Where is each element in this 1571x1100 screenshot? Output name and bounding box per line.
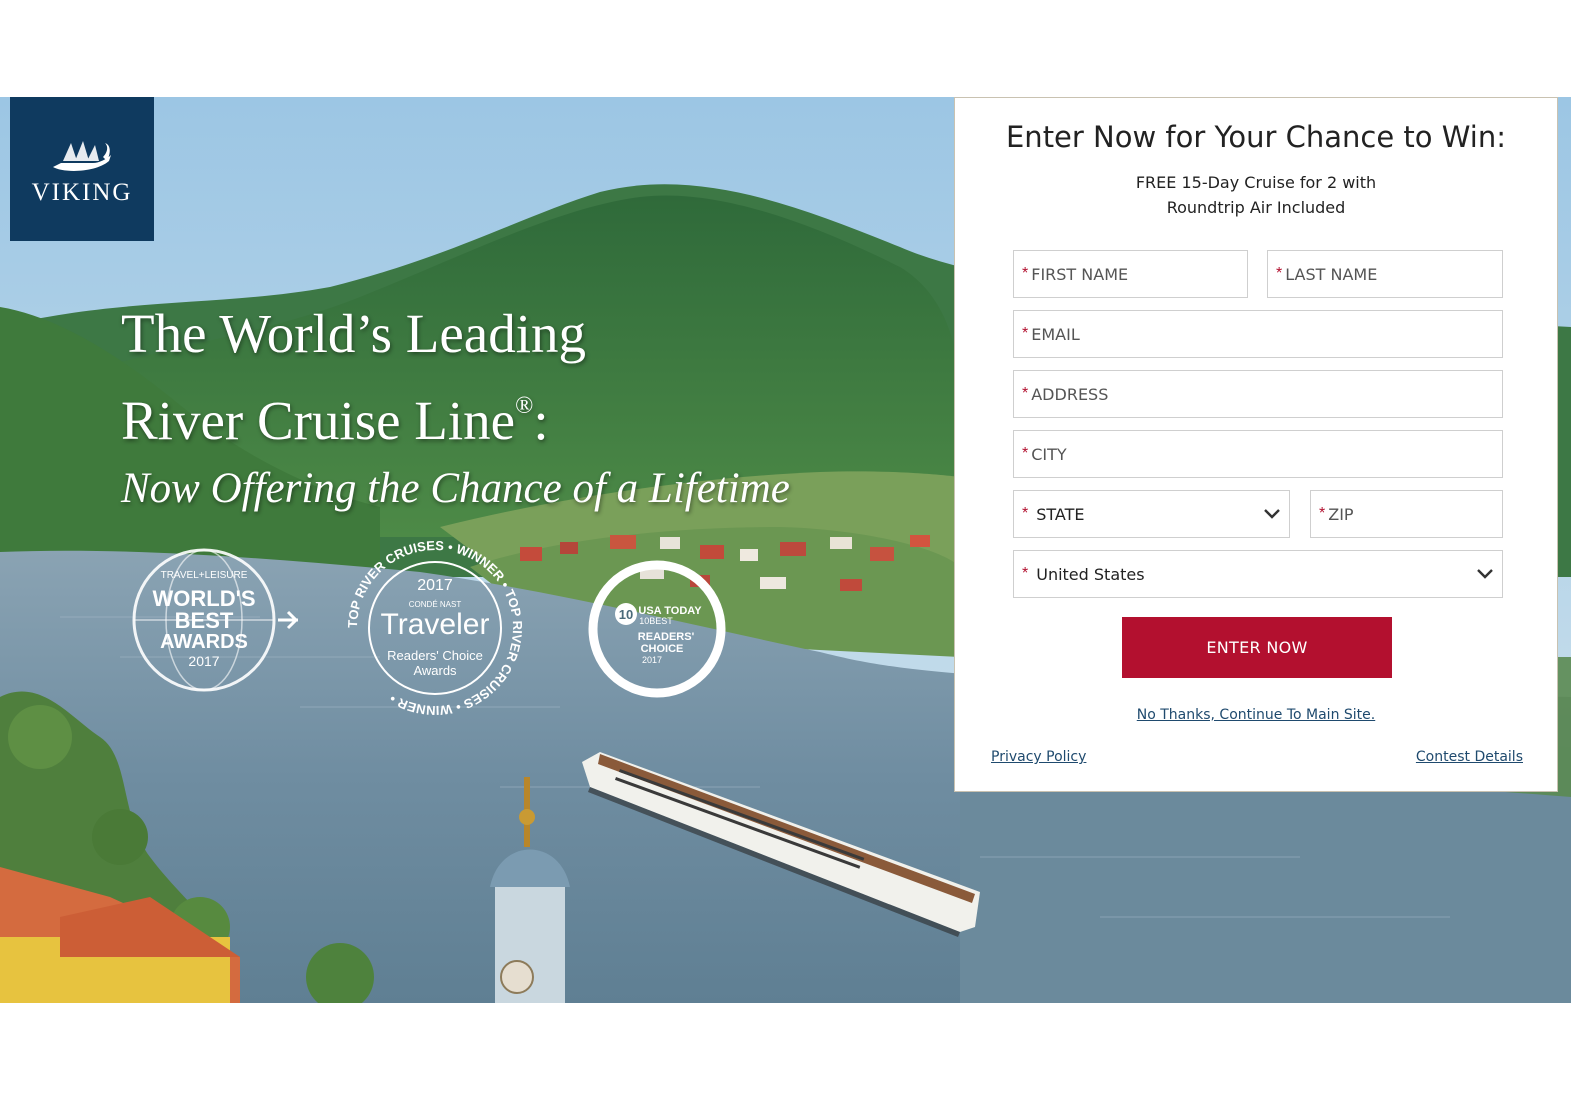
hero-headline: The World’s Leading River Cruise Line®: … [121,298,790,519]
city-field[interactable]: * [1013,430,1503,478]
state-select[interactable]: * STATE [1013,490,1290,538]
country-select-value: United States [1036,564,1145,584]
usa-today-sub: 10BEST [639,616,673,626]
traveler-line2: Awards [413,663,457,678]
traveler-year: 2017 [417,577,453,594]
chevron-down-icon [1477,569,1493,579]
tl-top-text: TRAVEL+LEISURE [161,570,248,581]
city-input[interactable] [1031,432,1502,476]
address-input[interactable] [1031,372,1502,416]
required-asterisk: * [1022,265,1029,282]
longship-icon [53,141,111,171]
email-input[interactable] [1031,312,1502,356]
no-thanks-link[interactable]: No Thanks, Continue To Main Site. [955,707,1557,723]
required-asterisk: * [1319,505,1326,522]
headline-colon: : [533,390,549,451]
traveler-award-seal-icon: TOP RIVER CRUISES • WINNER • TOP RIVER C… [345,538,525,718]
usa-today-10best-award-badge: 10 USA TODAY 10BEST READERS' CHOICE 2017 [584,556,734,706]
travel-leisure-award-badge: TRAVEL+LEISURE WORLD'S BEST AWARDS 2017 [128,546,300,696]
usa-today-number: 10 [619,607,633,622]
required-asterisk: * [1022,565,1029,582]
contest-details-link[interactable]: Contest Details [1416,749,1523,765]
form-title: Enter Now for Your Chance to Win: [1005,120,1506,154]
country-select[interactable]: * United States [1013,550,1503,598]
tl-line2: BEST [175,608,234,633]
registered-mark: ® [515,393,534,419]
required-asterisk: * [1022,445,1029,462]
required-asterisk: * [1022,505,1029,522]
state-select-value: STATE [1036,504,1085,524]
viking-logo[interactable]: VIKING [10,97,154,241]
tl-year: 2017 [188,653,219,669]
first-name-input[interactable] [1031,252,1247,296]
globe-award-icon: TRAVEL+LEISURE WORLD'S BEST AWARDS 2017 [132,548,299,692]
usa-today-line2: CHOICE [641,643,684,655]
usa-today-year: 2017 [642,655,662,665]
last-name-input[interactable] [1285,252,1502,296]
required-asterisk: * [1022,385,1029,402]
prize-line-2: Roundtrip Air Included [1166,198,1346,217]
privacy-policy-link[interactable]: Privacy Policy [991,749,1086,765]
chevron-down-icon [1264,509,1280,519]
email-field[interactable]: * [1013,310,1503,358]
tl-line3: AWARDS [160,631,248,653]
zip-input[interactable] [1328,492,1529,536]
usa-today-ring-icon: 10 USA TODAY 10BEST READERS' CHOICE 2017 [588,560,726,698]
enter-now-button[interactable]: ENTER NOW [1122,617,1392,678]
traveler-name: Traveler [381,608,490,641]
address-field[interactable]: * [1013,370,1503,418]
required-asterisk: * [1276,265,1283,282]
zip-field[interactable]: * [1310,490,1529,538]
headline-line-1: The World’s Leading [121,303,587,364]
logo-wordmark: VIKING [31,179,133,206]
last-name-field[interactable]: * [1267,250,1503,298]
usa-today-line1: READERS' [638,631,695,643]
hero-subheadline: Now Offering the Chance of a Lifetime [121,465,790,512]
prize-description: FREE 15-Day Cruise for 2 with Roundtrip … [955,170,1557,220]
conde-nast-traveler-award-badge: TOP RIVER CRUISES • WINNER • TOP RIVER C… [345,538,525,718]
traveler-line1: Readers' Choice [387,648,483,663]
prize-line-1: FREE 15-Day Cruise for 2 with [1135,173,1377,192]
headline-line-2: River Cruise Line®: [121,370,790,457]
sweepstakes-form-panel: Enter Now for Your Chance to Win: FREE 1… [954,97,1558,792]
headline-line-2-text: River Cruise Line [121,390,516,451]
first-name-field[interactable]: * [1013,250,1248,298]
required-asterisk: * [1022,325,1029,342]
